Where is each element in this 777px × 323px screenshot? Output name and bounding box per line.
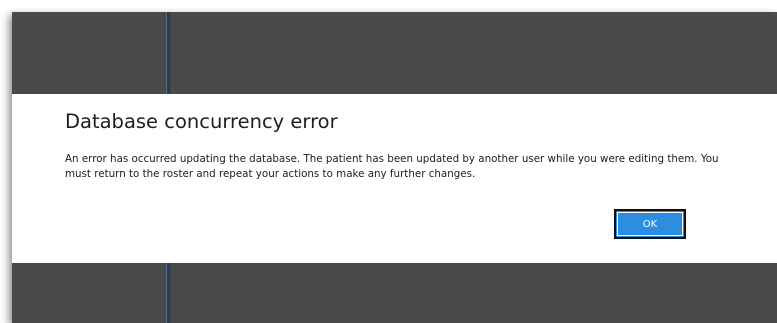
screen: Database concurrency error An error has … [0,0,777,323]
error-dialog: Database concurrency error An error has … [12,94,777,263]
dialog-message: An error has occurred updating the datab… [65,153,719,180]
ok-button[interactable]: OK [614,209,686,239]
dialog-title: Database concurrency error [65,110,338,133]
